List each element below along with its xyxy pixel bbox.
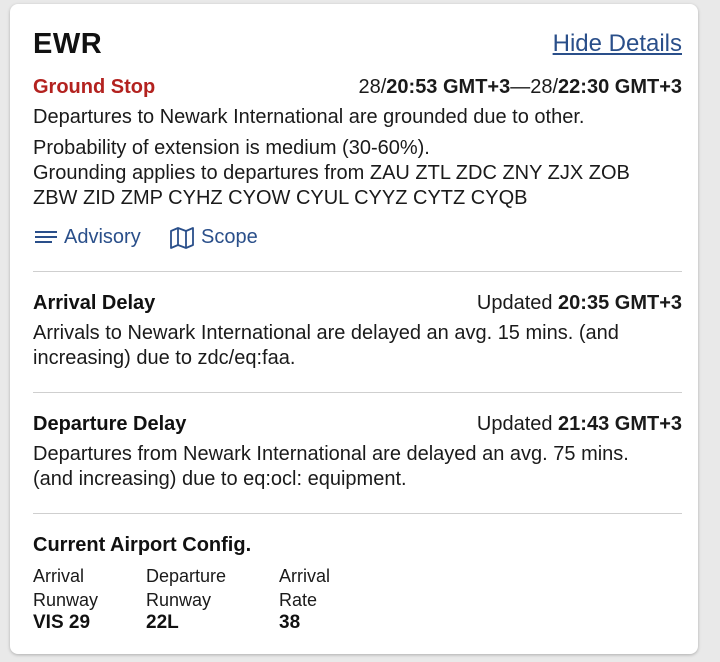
config-value: 38 [279, 612, 301, 633]
config-label: Runway [33, 590, 99, 610]
updated-prefix: Updated [476, 413, 559, 435]
divider [33, 513, 682, 514]
airport-code: EWR [33, 28, 103, 60]
arrival-delay-line1: Arrivals to Newark International are del… [33, 322, 619, 344]
start-time: 20:53 GMT+3 [386, 76, 511, 98]
departure-delay-line1: Departures from Newark International are… [33, 443, 629, 465]
departure-delay-text: Departures from Newark International are… [33, 442, 629, 492]
config-label: Arrival [33, 566, 85, 586]
ground-stop-label: Ground Stop [33, 76, 156, 98]
config-value: VIS 29 [33, 612, 91, 633]
config-arrival-rate: Arrival Rate 38 [279, 564, 330, 634]
ground-stop-description: Departures to Newark International are g… [33, 106, 585, 128]
probability-text: Probability of extension is medium (30-6… [33, 137, 430, 159]
start-date: 28/ [358, 76, 387, 98]
advisory-link[interactable]: Advisory [34, 226, 141, 249]
config-value: 22L [146, 612, 179, 633]
airport-status-card: EWR Hide Details Ground Stop 28/20:53 GM… [10, 4, 698, 654]
applies-text-line1: Grounding applies to departures from ZAU… [33, 162, 630, 184]
departure-delay-title: Departure Delay [33, 413, 187, 435]
applies-text-line2: ZBW ZID ZMP CYHZ CYOW CYUL CYYZ CYTZ CYQ… [33, 187, 528, 209]
airport-config-title: Current Airport Config. [33, 534, 252, 556]
arrival-delay-updated: Updated 20:35 GMT+3 [477, 292, 682, 315]
advisory-label: Advisory [64, 226, 141, 248]
departure-delay-line2: (and increasing) due to eq:ocl: equipmen… [33, 468, 407, 490]
divider [33, 271, 682, 272]
config-label: Departure [146, 566, 227, 586]
config-label: Arrival [279, 566, 331, 586]
arrival-delay-text: Arrivals to Newark International are del… [33, 321, 619, 371]
config-departure-runway: Departure Runway 22L [146, 564, 226, 634]
end-time: 22:30 GMT+3 [558, 76, 682, 98]
hide-details-link[interactable]: Hide Details [553, 30, 682, 58]
scope-link[interactable]: Scope [169, 226, 258, 249]
scope-label: Scope [201, 226, 258, 248]
updated-time: 20:35 GMT+3 [558, 292, 682, 314]
end-date: —28/ [510, 76, 559, 98]
list-lines-icon [35, 230, 57, 243]
updated-prefix: Updated [476, 292, 559, 314]
config-label: Runway [146, 590, 212, 610]
config-arrival-runway: Arrival Runway VIS 29 [33, 564, 98, 634]
divider [33, 392, 682, 393]
map-icon [170, 226, 194, 249]
updated-time: 21:43 GMT+3 [558, 413, 682, 435]
departure-delay-updated: Updated 21:43 GMT+3 [477, 413, 682, 436]
arrival-delay-title: Arrival Delay [33, 292, 156, 314]
arrival-delay-line2: increasing) due to zdc/eq:faa. [33, 347, 296, 369]
ground-stop-details: Probability of extension is medium (30-6… [33, 136, 630, 211]
config-label: Rate [279, 590, 318, 610]
ground-stop-time-range: 28/20:53 GMT+3—28/22:30 GMT+3 [358, 76, 682, 99]
